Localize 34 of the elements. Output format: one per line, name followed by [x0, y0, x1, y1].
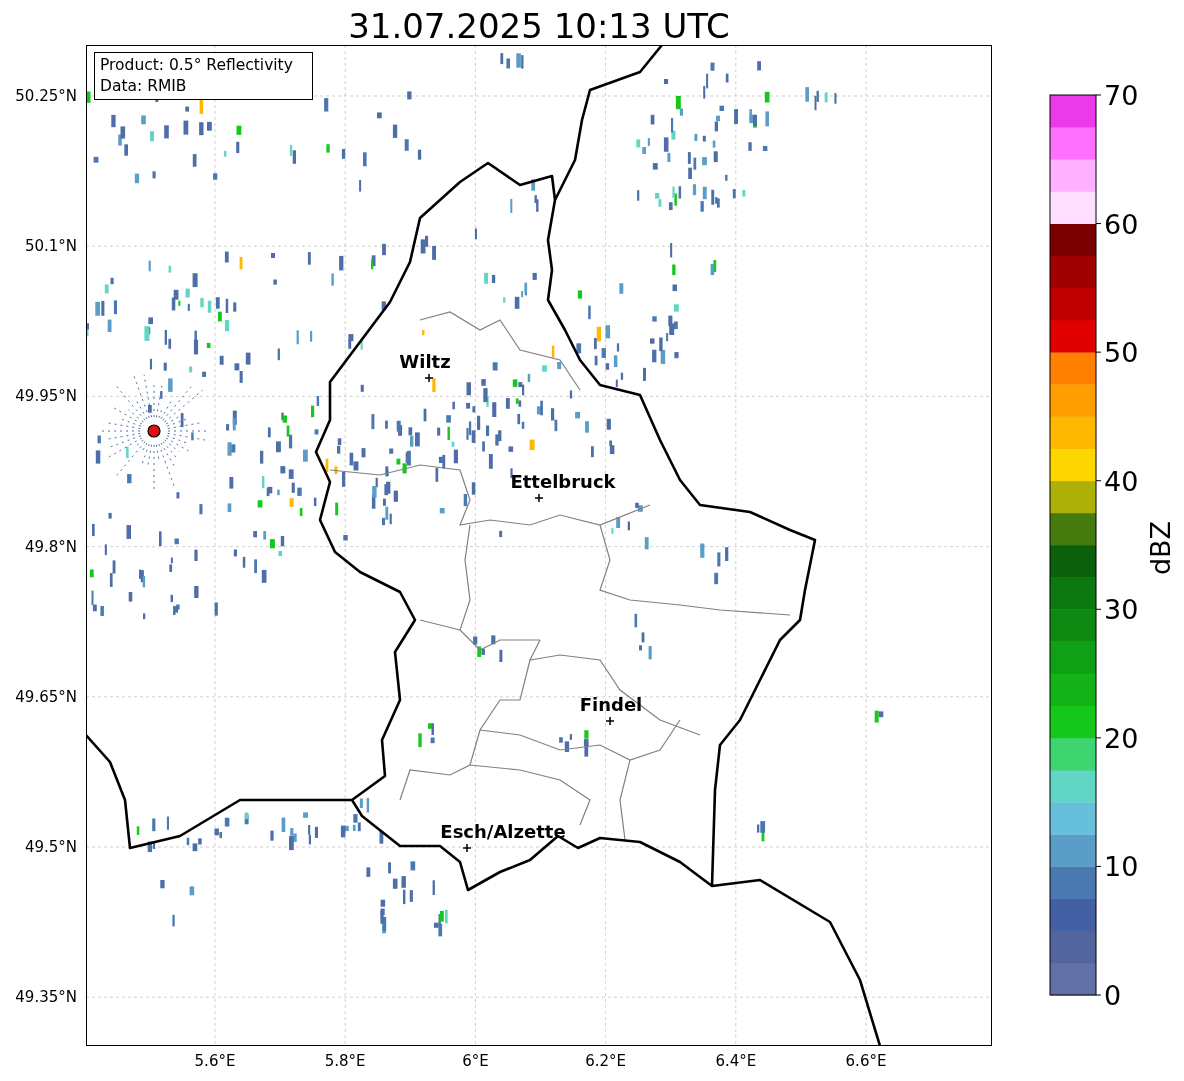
city-label: Esch/Alzette [440, 821, 566, 842]
colorbar-tick-label: 40 [1104, 465, 1139, 497]
info-text: Data: RMIB [100, 77, 187, 95]
city-label: Findel [579, 694, 643, 715]
axis-tick-label: 5.8°E [324, 1052, 366, 1070]
axis-tick-label: 49.5°N [24, 838, 77, 856]
city-marker-icon [424, 373, 434, 383]
colorbar-tick-label: 50 [1104, 337, 1139, 369]
info-text: Product: 0.5° Reflectivity [100, 56, 293, 74]
city-marker-icon [605, 716, 615, 726]
axis-tick-label: 6.2°E [585, 1052, 626, 1070]
axis-tick-label: 49.35°N [15, 988, 77, 1007]
colorbar-tick-label: 70 [1104, 80, 1139, 111]
axis-tick-label: 49.65°N [15, 687, 77, 706]
figure-title: 31.07.2025 10:13 UTC [348, 6, 730, 46]
axis-tick-label: 6.4°E [715, 1052, 757, 1070]
colorbar-tick-label: 20 [1104, 722, 1139, 754]
axis-tick-label: 50.1°N [24, 237, 77, 256]
axis-tick-label: 6.6°E [845, 1052, 887, 1070]
city-label: Ettelbruck [510, 471, 616, 492]
axis-tick-label: 49.95°N [15, 387, 77, 406]
colorbar-tick-label: 0 [1104, 980, 1122, 1011]
colorbar-tick-label: 60 [1104, 208, 1139, 240]
city-label: Wiltz [399, 351, 451, 372]
colorbar-label: dBZ [1145, 520, 1176, 576]
colorbar-tick-label: 10 [1104, 851, 1139, 883]
axis-tick-label: 49.8°N [24, 537, 77, 556]
city-marker-icon [534, 493, 544, 503]
axis-tick-label: 50.25°N [15, 87, 77, 105]
axis-tick-label: 5.6°E [194, 1052, 236, 1070]
city-marker-icon [462, 843, 472, 853]
radar-site-marker [147, 424, 161, 438]
colorbar-tick-label: 30 [1104, 594, 1139, 626]
axis-tick-label: 6°E [462, 1052, 489, 1070]
